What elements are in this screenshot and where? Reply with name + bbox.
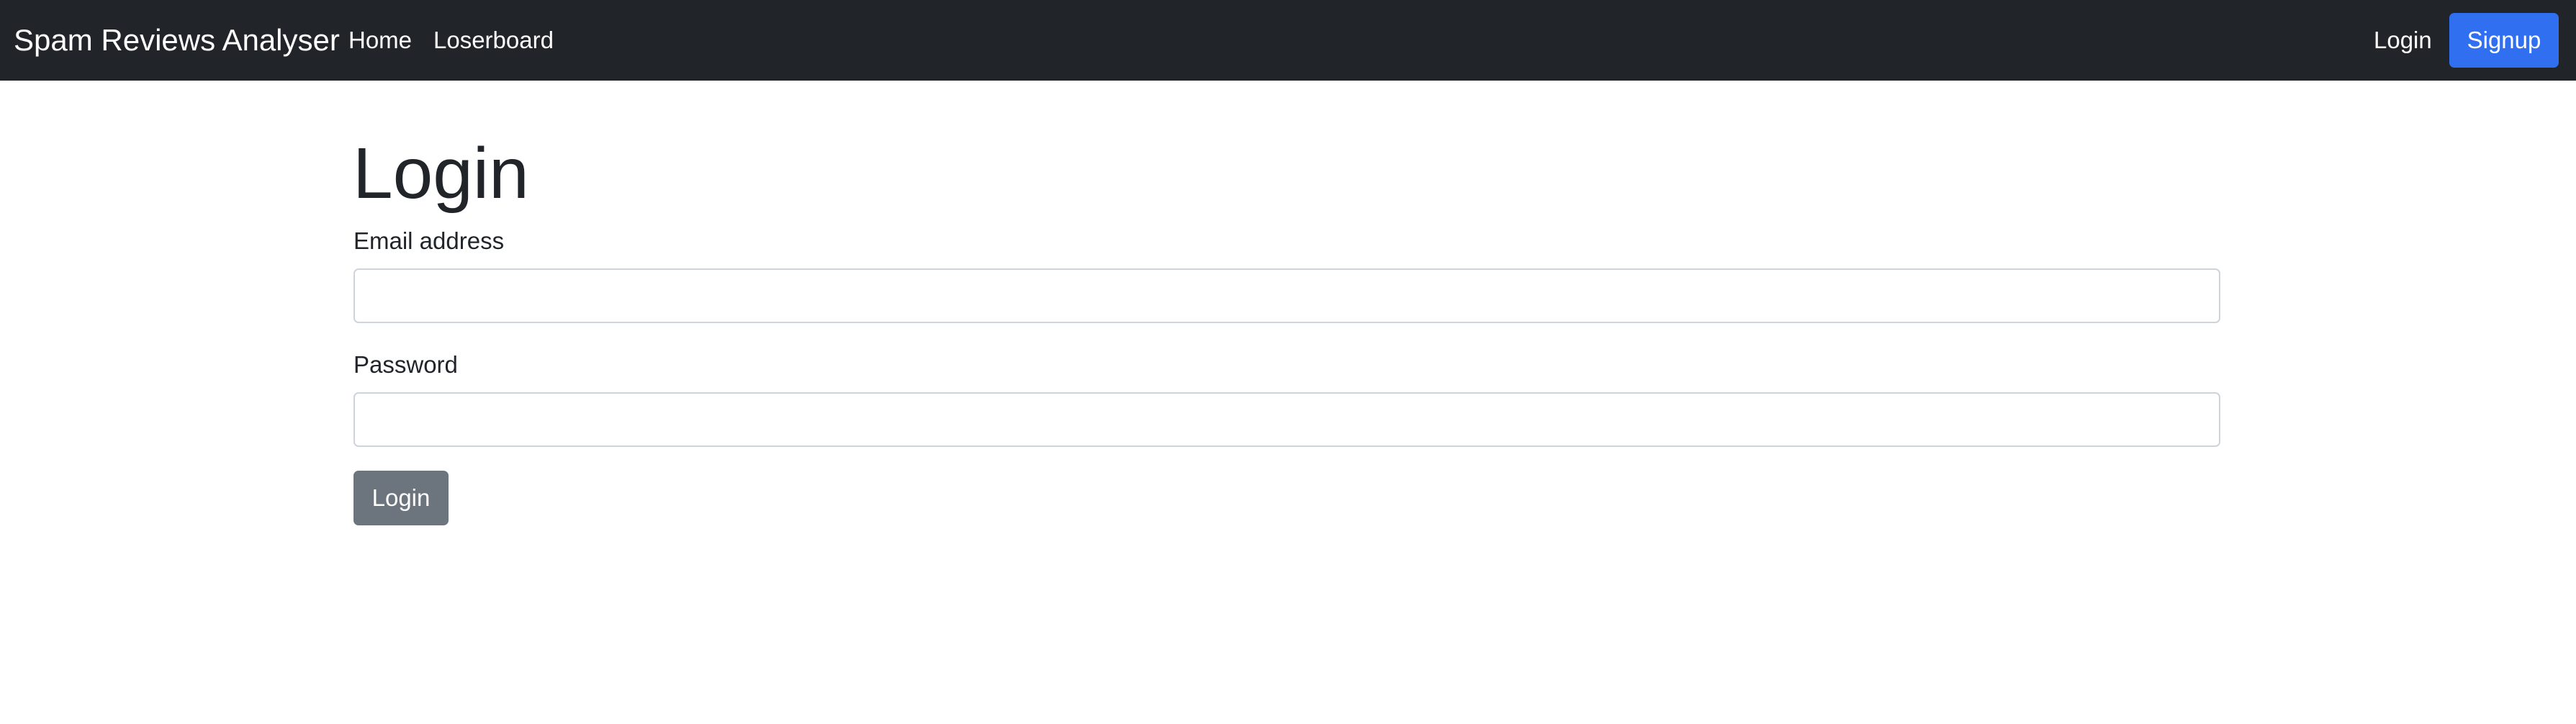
nav-link-loserboard[interactable]: Loserboard bbox=[433, 0, 554, 81]
login-submit-button[interactable]: Login bbox=[353, 471, 449, 525]
email-input[interactable] bbox=[353, 268, 2220, 323]
email-label: Email address bbox=[353, 227, 505, 254]
password-label: Password bbox=[353, 351, 458, 378]
nav-link-home[interactable]: Home bbox=[348, 0, 412, 81]
signup-button[interactable]: Signup bbox=[2449, 13, 2559, 68]
nav-link-login[interactable]: Login bbox=[2374, 0, 2432, 81]
navbar-brand[interactable]: Spam Reviews Analyser bbox=[14, 0, 340, 81]
top-navbar: Spam Reviews Analyser Home Loserboard Lo… bbox=[0, 0, 2576, 81]
page-title: Login bbox=[353, 133, 529, 214]
password-input[interactable] bbox=[353, 392, 2220, 447]
